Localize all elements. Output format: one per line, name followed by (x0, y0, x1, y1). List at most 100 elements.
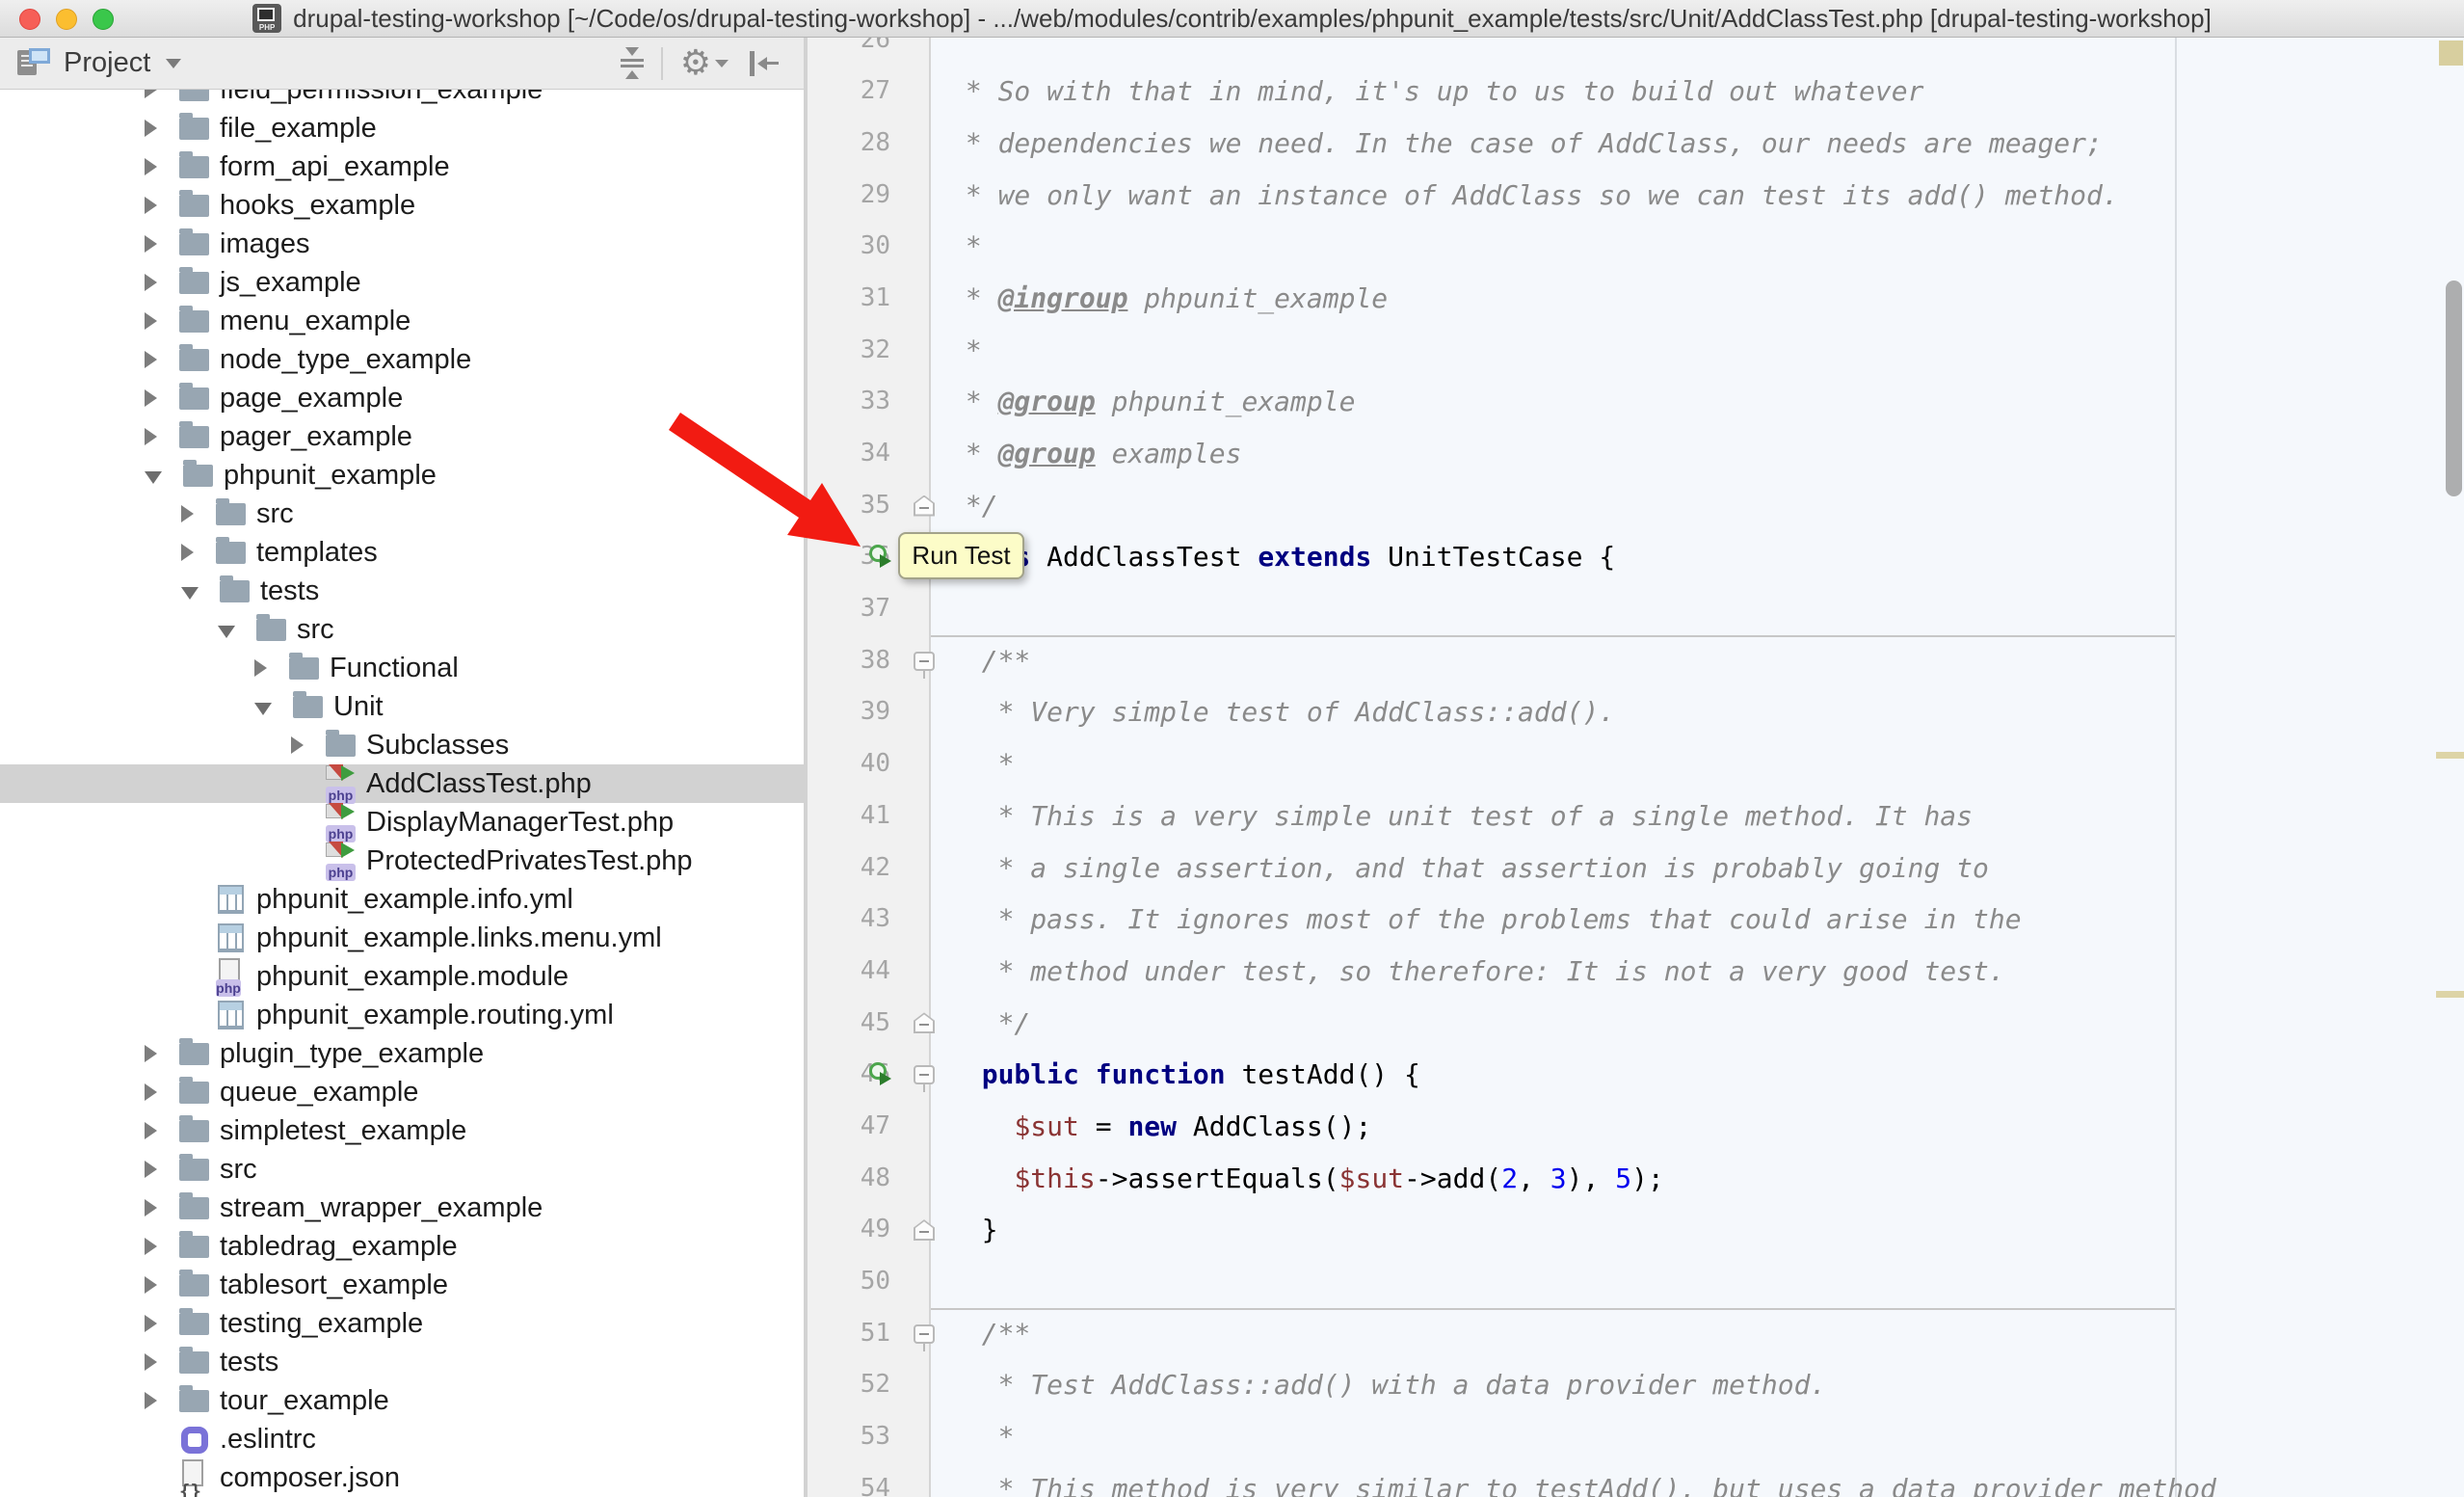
chevron-collapsed-icon[interactable] (145, 389, 158, 407)
chevron-collapsed-icon[interactable] (145, 351, 158, 368)
tree-item-simpletest-example[interactable]: simpletest_example (0, 1111, 804, 1150)
code-line-50[interactable]: 50 (808, 1256, 2464, 1308)
tree-item-src[interactable]: src (0, 1150, 804, 1189)
chevron-collapsed-icon[interactable] (145, 1315, 158, 1332)
chevron-expanded-icon[interactable] (218, 626, 235, 638)
chevron-collapsed-icon[interactable] (145, 1161, 158, 1178)
tree-item-pager-example[interactable]: pager_example (0, 417, 804, 456)
tree-item-queue-example[interactable]: queue_example (0, 1073, 804, 1111)
code-line-52[interactable]: 52 * Test AddClass::add() with a data pr… (808, 1359, 2464, 1411)
code-line-28[interactable]: 28 * dependencies we need. In the case o… (808, 118, 2464, 170)
tree-item-js-example[interactable]: js_example (0, 263, 804, 302)
tree-item-tabledrag-example[interactable]: tabledrag_example (0, 1227, 804, 1266)
chevron-collapsed-icon[interactable] (145, 312, 158, 330)
warning-stripe-mark[interactable] (2436, 752, 2464, 759)
tree-item-phpunit-example-module[interactable]: phpphpunit_example.module (0, 957, 804, 996)
tree-item-tests[interactable]: tests (0, 572, 804, 610)
chevron-collapsed-icon[interactable] (291, 736, 305, 754)
code-line-46[interactable]: 46 public function testAdd() { (808, 1049, 2464, 1101)
code-line-41[interactable]: 41 * This is a very simple unit test of … (808, 790, 2464, 842)
code-line-48[interactable]: 48 $this->assertEquals($sut->add(2, 3), … (808, 1153, 2464, 1205)
chevron-collapsed-icon[interactable] (145, 1392, 158, 1409)
fold-marker-end[interactable] (914, 1012, 935, 1033)
tree-item-tour-example[interactable]: tour_example (0, 1381, 804, 1420)
chevron-expanded-icon[interactable] (254, 703, 272, 715)
code-line-42[interactable]: 42 * a single assertion, and that assert… (808, 842, 2464, 895)
code-line-45[interactable]: 45 */ (808, 998, 2464, 1050)
hide-panel-button[interactable] (732, 47, 782, 80)
code-line-51[interactable]: 51 /** (808, 1308, 2464, 1360)
zoom-window-button[interactable] (93, 9, 114, 30)
code-line-47[interactable]: 47 $sut = new AddClass(); (808, 1101, 2464, 1153)
tree-item-subclasses[interactable]: Subclasses (0, 726, 804, 764)
code-line-32[interactable]: 32 * (808, 325, 2464, 377)
code-line-44[interactable]: 44 * method under test, so therefore: It… (808, 946, 2464, 998)
chevron-collapsed-icon[interactable] (145, 428, 158, 445)
code-line-38[interactable]: 38 /** (808, 635, 2464, 687)
code-line-54[interactable]: 54 * This method is very similar to test… (808, 1463, 2464, 1497)
code-line-39[interactable]: 39 * Very simple test of AddClass::add()… (808, 686, 2464, 738)
chevron-collapsed-icon[interactable] (145, 274, 158, 291)
tree-item-templates[interactable]: templates (0, 533, 804, 572)
tree-item-phpunit-example-info-yml[interactable]: phpunit_example.info.yml (0, 880, 804, 919)
chevron-collapsed-icon[interactable] (145, 197, 158, 214)
tree-item-images[interactable]: images (0, 225, 804, 263)
chevron-collapsed-icon[interactable] (145, 1199, 158, 1216)
chevron-collapsed-icon[interactable] (145, 1083, 158, 1101)
tree-item-composer-json[interactable]: {}composer.json (0, 1458, 804, 1497)
code-line-35[interactable]: 35 */ (808, 480, 2464, 532)
chevron-expanded-icon[interactable] (181, 587, 199, 600)
run-test-gutter-icon[interactable] (869, 545, 894, 570)
tree-item-src[interactable]: src (0, 495, 804, 533)
fold-marker-start[interactable] (914, 1324, 935, 1344)
tree-item-displaymanagertest-php[interactable]: phpDisplayManagerTest.php (0, 803, 804, 842)
warning-stripe-mark[interactable] (2436, 991, 2464, 998)
inspection-status-indicator[interactable] (2439, 40, 2463, 66)
code-line-26[interactable]: 26 (808, 38, 2464, 66)
code-line-29[interactable]: 29 * we only want an instance of AddClas… (808, 170, 2464, 222)
fold-marker-start[interactable] (914, 1065, 935, 1084)
code-line-43[interactable]: 43 * pass. It ignores most of the proble… (808, 894, 2464, 946)
chevron-collapsed-icon[interactable] (145, 1238, 158, 1255)
tree-item-stream-wrapper-example[interactable]: stream_wrapper_example (0, 1189, 804, 1227)
chevron-collapsed-icon[interactable] (145, 235, 158, 253)
code-line-37[interactable]: 37 (808, 583, 2464, 635)
tree-item-unit[interactable]: Unit (0, 687, 804, 726)
chevron-collapsed-icon[interactable] (145, 1045, 158, 1062)
fold-marker-end[interactable] (914, 495, 935, 517)
tree-item-phpunit-example-routing-yml[interactable]: phpunit_example.routing.yml (0, 996, 804, 1034)
editor-scrollbar[interactable] (2446, 281, 2462, 496)
code-editor[interactable]: 2627 * So with that in mind, it's up to … (808, 38, 2464, 1497)
tree-item-src[interactable]: src (0, 610, 804, 649)
tree-item-testing-example[interactable]: testing_example (0, 1304, 804, 1343)
tree-item--eslintrc[interactable]: .eslintrc (0, 1420, 804, 1458)
code-line-27[interactable]: 27 * So with that in mind, it's up to us… (808, 66, 2464, 118)
chevron-collapsed-icon[interactable] (145, 1276, 158, 1294)
minimize-window-button[interactable] (56, 9, 77, 30)
tree-item-plugin-type-example[interactable]: plugin_type_example (0, 1034, 804, 1073)
tree-item-node-type-example[interactable]: node_type_example (0, 340, 804, 379)
chevron-expanded-icon[interactable] (145, 471, 162, 484)
tree-item-field-permission-example[interactable]: field_permission_example (0, 90, 804, 109)
code-line-40[interactable]: 40 * (808, 738, 2464, 790)
tree-item-file-example[interactable]: file_example (0, 109, 804, 147)
code-line-33[interactable]: 33 * @group phpunit_example (808, 376, 2464, 428)
tree-item-protectedprivatestest-php[interactable]: phpProtectedPrivatesTest.php (0, 842, 804, 880)
chevron-collapsed-icon[interactable] (145, 1122, 158, 1139)
tree-item-phpunit-example[interactable]: phpunit_example (0, 456, 804, 495)
settings-button[interactable]: ⚙ (676, 43, 732, 84)
collapse-all-button[interactable] (617, 43, 648, 83)
chevron-collapsed-icon[interactable] (145, 90, 158, 98)
code-line-49[interactable]: 49 } (808, 1204, 2464, 1256)
code-line-34[interactable]: 34 * @group examples (808, 428, 2464, 480)
tree-item-menu-example[interactable]: menu_example (0, 302, 804, 340)
chevron-collapsed-icon[interactable] (145, 158, 158, 175)
chevron-down-icon[interactable] (166, 59, 181, 68)
tree-item-hooks-example[interactable]: hooks_example (0, 186, 804, 225)
close-window-button[interactable] (19, 9, 40, 30)
code-line-36[interactable]: 36class AddClassTest extends UnitTestCas… (808, 531, 2464, 583)
fold-marker-start[interactable] (914, 652, 935, 671)
fold-marker-end[interactable] (914, 1219, 935, 1241)
tree-item-tablesort-example[interactable]: tablesort_example (0, 1266, 804, 1304)
chevron-collapsed-icon[interactable] (145, 1353, 158, 1371)
